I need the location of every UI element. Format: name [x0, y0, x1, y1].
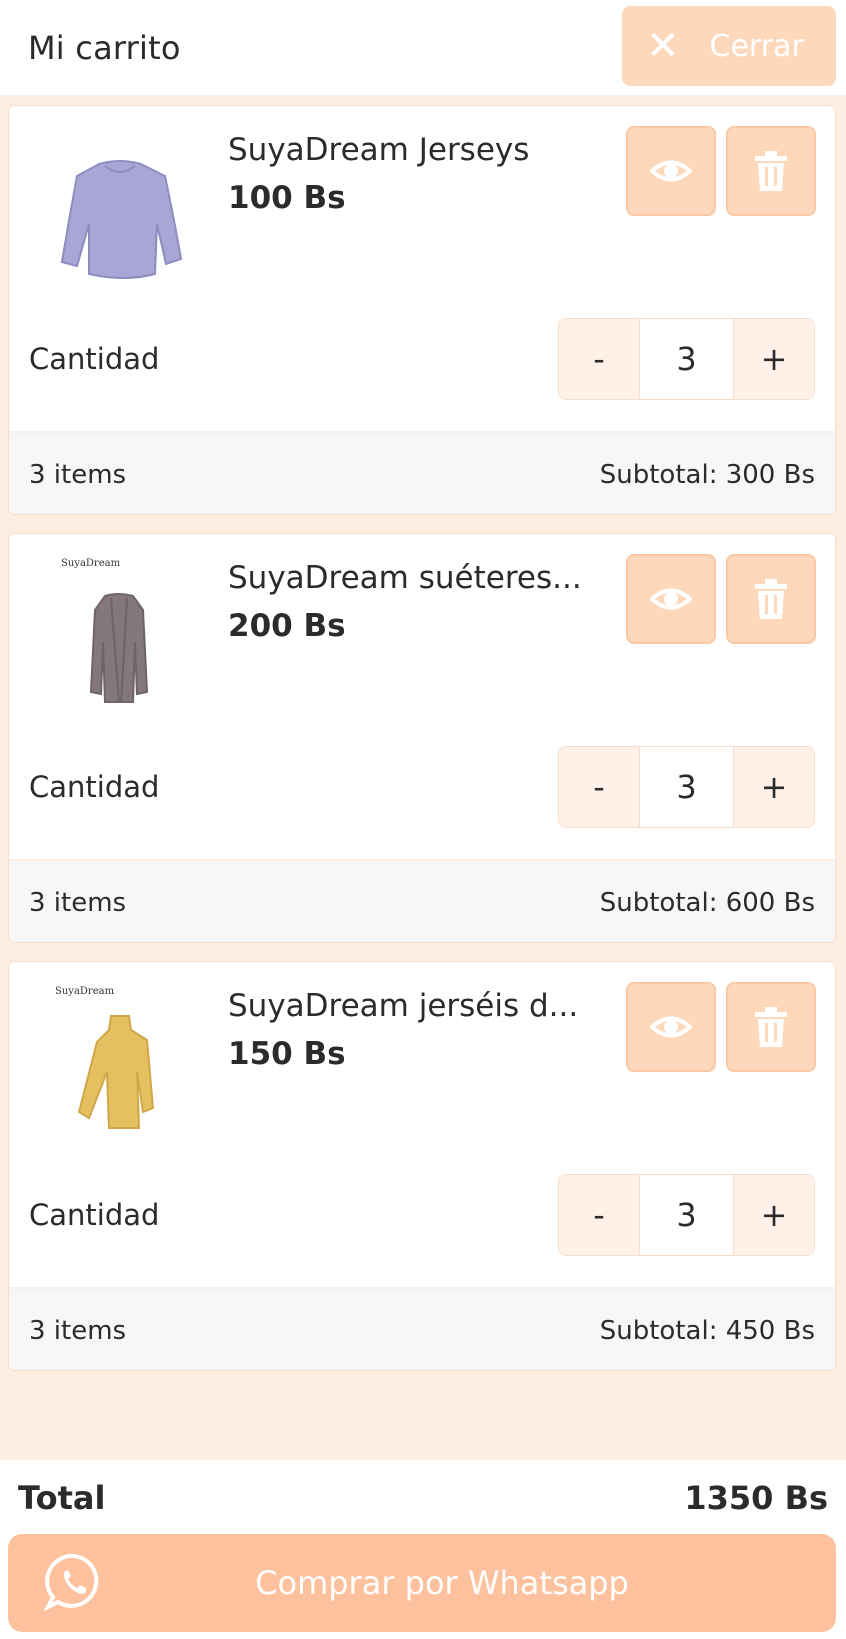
items-count: 3 items: [29, 1315, 127, 1346]
quantity-stepper: - 3 +: [558, 318, 815, 400]
delete-button[interactable]: [726, 126, 816, 216]
trash-icon: [755, 1007, 787, 1047]
subtotal: Subtotal: 300 Bs: [599, 459, 815, 490]
brand-mark: SuyaDream: [61, 558, 121, 569]
buy-whatsapp-button[interactable]: Comprar por Whatsapp: [8, 1534, 836, 1632]
product-price: 150 Bs: [228, 1036, 346, 1072]
item-footer: 3 items Subtotal: 300 Bs: [9, 431, 835, 514]
total-row: Total 1350 Bs: [0, 1460, 846, 1535]
increase-button[interactable]: +: [734, 319, 814, 399]
close-icon: ✕: [646, 23, 680, 69]
eye-icon: [650, 1016, 692, 1038]
quantity-stepper: - 3 +: [558, 1174, 815, 1256]
cart-item: SuyaDream SuyaDream suéteres... 200 Bs C…: [8, 533, 836, 943]
quantity-value: 3: [639, 319, 734, 399]
view-button[interactable]: [626, 554, 716, 644]
items-count: 3 items: [29, 459, 127, 490]
eye-icon: [650, 588, 692, 610]
quantity-value: 3: [639, 1175, 734, 1255]
quantity-label: Cantidad: [29, 770, 160, 804]
trash-icon: [755, 579, 787, 619]
delete-button[interactable]: [726, 982, 816, 1072]
whatsapp-icon: [44, 1553, 99, 1612]
delete-button[interactable]: [726, 554, 816, 644]
product-name: SuyaDream Jerseys: [228, 132, 530, 168]
decrease-button[interactable]: -: [559, 319, 639, 399]
view-button[interactable]: [626, 982, 716, 1072]
quantity-label: Cantidad: [29, 342, 160, 376]
close-button[interactable]: ✕ Cerrar: [622, 6, 836, 86]
product-price: 100 Bs: [228, 180, 346, 216]
total-value: 1350 Bs: [684, 1478, 828, 1517]
decrease-button[interactable]: -: [559, 747, 639, 827]
trash-icon: [755, 151, 787, 191]
cart-list[interactable]: SuyaDream Jerseys 100 Bs Cantidad - 3 + …: [0, 95, 846, 1460]
page-title: Mi carrito: [28, 28, 181, 67]
decrease-button[interactable]: -: [559, 1175, 639, 1255]
product-image: SuyaDream: [55, 986, 155, 1129]
product-image: SuyaDream: [61, 558, 149, 703]
product-price: 200 Bs: [228, 608, 346, 644]
quantity-label: Cantidad: [29, 1198, 160, 1232]
close-label: Cerrar: [709, 28, 804, 64]
product-name: SuyaDream suéteres...: [228, 560, 582, 596]
item-footer: 3 items Subtotal: 450 Bs: [9, 1287, 835, 1370]
buy-label: Comprar por Whatsapp: [255, 1564, 629, 1602]
increase-button[interactable]: +: [734, 1175, 814, 1255]
product-name: SuyaDream jerséis d...: [228, 988, 579, 1024]
cart-item: SuyaDream SuyaDream jerséis d... 150 Bs …: [8, 961, 836, 1371]
items-count: 3 items: [29, 887, 127, 918]
brand-mark: SuyaDream: [55, 986, 115, 997]
header: Mi carrito ✕ Cerrar: [0, 0, 846, 95]
item-footer: 3 items Subtotal: 600 Bs: [9, 859, 835, 942]
increase-button[interactable]: +: [734, 747, 814, 827]
eye-icon: [650, 160, 692, 182]
cart-item: SuyaDream Jerseys 100 Bs Cantidad - 3 + …: [8, 105, 836, 515]
subtotal: Subtotal: 450 Bs: [599, 1315, 815, 1346]
total-label: Total: [18, 1478, 106, 1517]
product-image: [60, 160, 183, 279]
subtotal: Subtotal: 600 Bs: [599, 887, 815, 918]
view-button[interactable]: [626, 126, 716, 216]
quantity-stepper: - 3 +: [558, 746, 815, 828]
quantity-value: 3: [639, 747, 734, 827]
